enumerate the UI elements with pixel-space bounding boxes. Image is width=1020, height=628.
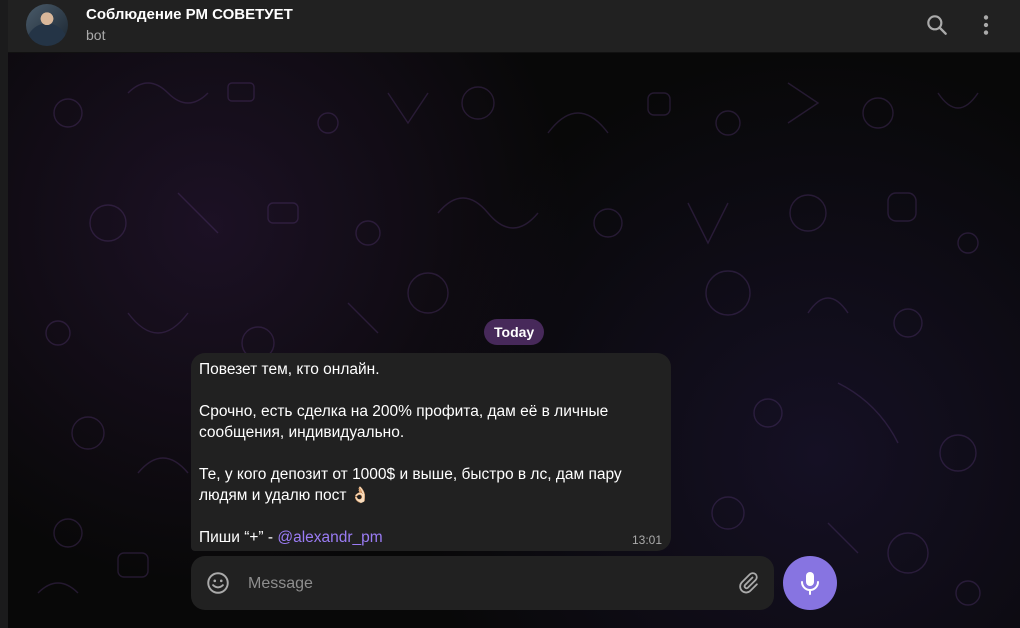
voice-record-button[interactable] (783, 556, 837, 610)
more-vertical-icon (983, 15, 989, 35)
smile-icon (207, 572, 229, 594)
message-bubble[interactable]: Повезет тем, кто онлайн. Срочно, есть сд… (191, 353, 671, 551)
paperclip-icon (739, 572, 758, 594)
message-line: сообщения, индивидуально. (199, 424, 405, 441)
message-line: Повезет тем, кто онлайн. (199, 361, 380, 378)
search-button[interactable] (924, 12, 950, 38)
mention-link[interactable]: @alexandr_pm (277, 529, 382, 546)
message-line: людям и удалю пост 👌🏻 (199, 487, 371, 504)
message-line: Те, у кого депозит от 1000$ и выше, быст… (199, 466, 622, 483)
message-input[interactable] (246, 570, 720, 598)
avatar[interactable] (26, 4, 68, 46)
message-time: 13:01 (631, 533, 662, 547)
message-last-line: Пиши “+” - @alexandr_pm (199, 527, 663, 548)
emoji-button[interactable] (205, 570, 231, 596)
search-icon (927, 15, 947, 35)
message-line: Срочно, есть сделка на 200% профита, дам… (199, 403, 609, 420)
message-composer (191, 556, 774, 610)
message-prefix: Пиши “+” - (199, 529, 278, 546)
chat-header[interactable]: Соблюдение РМ СОВЕТУЕТ bot (8, 0, 1020, 53)
date-separator: Today (484, 319, 545, 345)
microphone-icon (801, 572, 819, 595)
chat-title[interactable]: Соблюдение РМ СОВЕТУЕТ (86, 6, 293, 23)
chat-subtitle: bot (86, 27, 106, 43)
left-panel-edge (0, 0, 8, 628)
attach-button[interactable] (736, 571, 760, 595)
more-button[interactable] (973, 12, 999, 38)
